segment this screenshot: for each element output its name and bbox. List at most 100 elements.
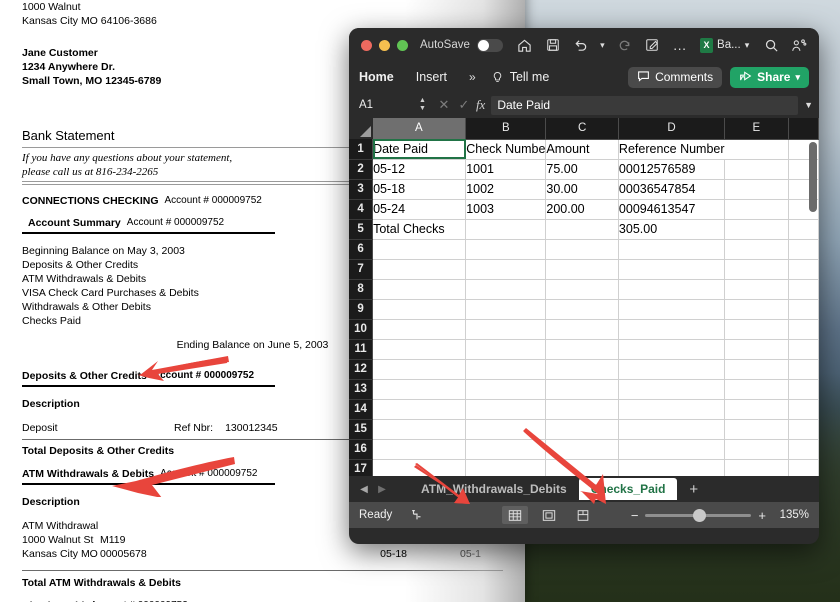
close-button[interactable] bbox=[361, 40, 372, 51]
cell-b12[interactable] bbox=[466, 359, 546, 379]
cell-f12[interactable] bbox=[788, 359, 818, 379]
row-header-6[interactable]: 6 bbox=[349, 239, 373, 259]
cell-a2[interactable]: 05-12 bbox=[373, 159, 466, 179]
zoom-slider-knob[interactable] bbox=[693, 509, 706, 522]
cell-a8[interactable] bbox=[373, 279, 466, 299]
cell-a15[interactable] bbox=[373, 419, 466, 439]
column-header-f[interactable] bbox=[788, 118, 818, 139]
row-header-1[interactable]: 1 bbox=[349, 139, 373, 159]
cell-a10[interactable] bbox=[373, 319, 466, 339]
cell-f15[interactable] bbox=[788, 419, 818, 439]
cell-e4[interactable] bbox=[725, 199, 789, 219]
file-name-chip[interactable]: Ba... ▾ bbox=[700, 38, 749, 53]
cell-c16[interactable] bbox=[546, 439, 619, 459]
save-icon[interactable] bbox=[541, 33, 565, 57]
cell-f14[interactable] bbox=[788, 399, 818, 419]
cell-d1[interactable]: Reference Number bbox=[618, 139, 724, 159]
cell-d13[interactable] bbox=[618, 379, 724, 399]
column-header-a[interactable]: A bbox=[373, 118, 466, 139]
cell-e5[interactable] bbox=[725, 219, 789, 239]
cell-a5[interactable]: Total Checks bbox=[373, 219, 466, 239]
cell-f16[interactable] bbox=[788, 439, 818, 459]
cell-b3[interactable]: 1002 bbox=[466, 179, 546, 199]
row-header-15[interactable]: 15 bbox=[349, 419, 373, 439]
cell-b5[interactable] bbox=[466, 219, 546, 239]
cell-f10[interactable] bbox=[788, 319, 818, 339]
column-header-d[interactable]: D bbox=[618, 118, 724, 139]
cell-c15[interactable] bbox=[546, 419, 619, 439]
search-icon[interactable] bbox=[759, 33, 783, 57]
row-header-9[interactable]: 9 bbox=[349, 299, 373, 319]
cell-d2[interactable]: 00012576589 bbox=[618, 159, 724, 179]
zoom-out-button[interactable]: − bbox=[631, 508, 639, 523]
minimize-button[interactable] bbox=[379, 40, 390, 51]
cell-e1[interactable] bbox=[725, 139, 789, 159]
comments-button[interactable]: Comments bbox=[628, 67, 722, 88]
cell-e2[interactable] bbox=[725, 159, 789, 179]
cell-e12[interactable] bbox=[725, 359, 789, 379]
cell-c9[interactable] bbox=[546, 299, 619, 319]
collaborate-icon[interactable] bbox=[787, 33, 811, 57]
column-header-c[interactable]: C bbox=[546, 118, 619, 139]
column-header-e[interactable]: E bbox=[725, 118, 789, 139]
cell-a6[interactable] bbox=[373, 239, 466, 259]
cell-e8[interactable] bbox=[725, 279, 789, 299]
cell-b2[interactable]: 1001 bbox=[466, 159, 546, 179]
previous-sheet-icon[interactable]: ◀ bbox=[355, 484, 373, 495]
row-header-11[interactable]: 11 bbox=[349, 339, 373, 359]
more-options-icon[interactable]: … bbox=[668, 33, 692, 57]
cell-c2[interactable]: 75.00 bbox=[546, 159, 619, 179]
cell-d16[interactable] bbox=[618, 439, 724, 459]
cell-d6[interactable] bbox=[618, 239, 724, 259]
row-header-3[interactable]: 3 bbox=[349, 179, 373, 199]
cell-e6[interactable] bbox=[725, 239, 789, 259]
accessibility-icon[interactable] bbox=[404, 506, 430, 524]
cell-d12[interactable] bbox=[618, 359, 724, 379]
insert-function-icon[interactable]: fx bbox=[476, 97, 485, 113]
cell-b7[interactable] bbox=[466, 259, 546, 279]
zoom-in-button[interactable]: + bbox=[758, 508, 766, 523]
row-header-14[interactable]: 14 bbox=[349, 399, 373, 419]
cell-d4[interactable]: 00094613547 bbox=[618, 199, 724, 219]
cell-e9[interactable] bbox=[725, 299, 789, 319]
cell-a7[interactable] bbox=[373, 259, 466, 279]
cell-f5[interactable] bbox=[788, 219, 818, 239]
cell-e7[interactable] bbox=[725, 259, 789, 279]
cell-c17[interactable] bbox=[546, 459, 619, 476]
name-box[interactable]: A1 bbox=[351, 99, 419, 111]
cell-a4[interactable]: 05-24 bbox=[373, 199, 466, 219]
share-chevron-down-icon[interactable]: ▾ bbox=[795, 72, 800, 83]
cell-a17[interactable] bbox=[373, 459, 466, 476]
row-header-16[interactable]: 16 bbox=[349, 439, 373, 459]
zoom-control[interactable]: − + 135% bbox=[631, 508, 809, 523]
spreadsheet-grid[interactable]: A B C D E 1 Date Paid Check Numbe Amount… bbox=[349, 118, 819, 476]
zoom-slider[interactable] bbox=[645, 514, 751, 517]
page-layout-view-icon[interactable] bbox=[536, 506, 562, 524]
row-header-10[interactable]: 10 bbox=[349, 319, 373, 339]
sheet-tab-atm-withdrawals-debits[interactable]: ATM_Withdrawals_Debits bbox=[409, 478, 579, 500]
cell-d7[interactable] bbox=[618, 259, 724, 279]
cell-f11[interactable] bbox=[788, 339, 818, 359]
cell-d17[interactable] bbox=[618, 459, 724, 476]
cell-b10[interactable] bbox=[466, 319, 546, 339]
cell-e14[interactable] bbox=[725, 399, 789, 419]
tell-me-label[interactable]: Tell me bbox=[510, 70, 550, 84]
vertical-scrollbar[interactable] bbox=[809, 142, 817, 212]
row-header-17[interactable]: 17 bbox=[349, 459, 373, 476]
add-sheet-icon[interactable]: + bbox=[677, 481, 710, 498]
cell-c11[interactable] bbox=[546, 339, 619, 359]
row-header-7[interactable]: 7 bbox=[349, 259, 373, 279]
cell-f13[interactable] bbox=[788, 379, 818, 399]
cell-b16[interactable] bbox=[466, 439, 546, 459]
cell-c5[interactable] bbox=[546, 219, 619, 239]
cell-f6[interactable] bbox=[788, 239, 818, 259]
cell-d8[interactable] bbox=[618, 279, 724, 299]
tab-insert[interactable]: Insert bbox=[416, 70, 447, 84]
normal-view-icon[interactable] bbox=[502, 506, 528, 524]
next-sheet-icon[interactable]: ▶ bbox=[373, 484, 391, 495]
row-header-12[interactable]: 12 bbox=[349, 359, 373, 379]
cell-c14[interactable] bbox=[546, 399, 619, 419]
home-icon[interactable] bbox=[513, 33, 537, 57]
cell-a1[interactable]: Date Paid bbox=[373, 139, 466, 159]
cell-c8[interactable] bbox=[546, 279, 619, 299]
